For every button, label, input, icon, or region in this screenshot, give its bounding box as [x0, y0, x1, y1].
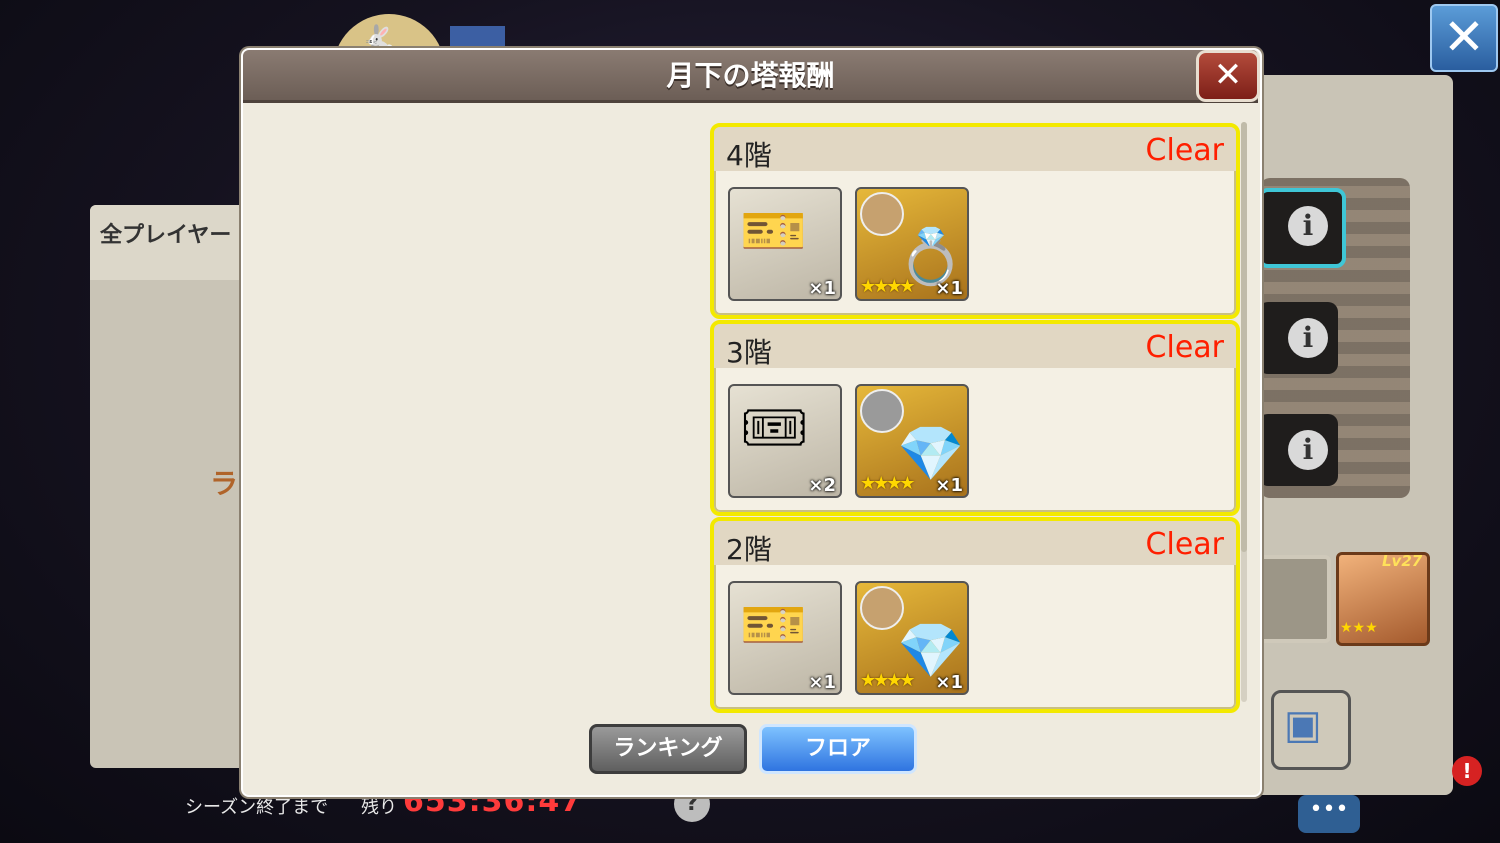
- reward-item[interactable]: 🎟 ×2: [728, 384, 842, 498]
- rarity-stars: ★★★★: [860, 276, 916, 297]
- reward-item[interactable]: 💎 ★★★★ ×1: [855, 384, 969, 498]
- clear-status: Clear: [1145, 330, 1224, 365]
- floor-button[interactable]: フロア: [759, 724, 917, 774]
- reward-item[interactable]: 💎 ★★★★ ×1: [855, 581, 969, 695]
- info-icon[interactable]: i: [1288, 206, 1328, 246]
- floor-reward-card: 3階 Clear 🎟 ×2 💎 ★★★★ ×1: [710, 320, 1240, 516]
- blue-ticket-icon: 🎟: [740, 396, 809, 459]
- clear-status: Clear: [1145, 527, 1224, 562]
- clear-status: Clear: [1145, 133, 1224, 168]
- item-count: ×1: [935, 278, 963, 299]
- item-count: ×1: [935, 672, 963, 693]
- modal-close-button[interactable]: ✕: [1196, 50, 1260, 102]
- ticket-icon: 🎫: [740, 593, 808, 656]
- modal-title: 月下の塔報酬: [666, 59, 835, 92]
- info-icon[interactable]: i: [1288, 430, 1328, 470]
- alert-icon: !: [1452, 756, 1482, 786]
- reward-item[interactable]: 🎫 ×1: [728, 187, 842, 301]
- rarity-stars: ★★★★: [860, 473, 916, 494]
- floor-name: 2階: [726, 533, 772, 566]
- item-count: ×2: [808, 475, 836, 496]
- treasure-chest-icon: ▣: [1284, 702, 1322, 748]
- ticket-icon: 🎫: [740, 199, 808, 262]
- left-panel-text-fragment: ラ: [210, 467, 239, 500]
- floor-name: 3階: [726, 336, 772, 369]
- close-icon[interactable]: ✕: [1430, 4, 1498, 72]
- castle-icon: [450, 26, 505, 48]
- reward-item[interactable]: 💍 ★★★★ ×1: [855, 187, 969, 301]
- item-count: ×1: [808, 278, 836, 299]
- item-count: ×1: [808, 672, 836, 693]
- scrollbar-thumb[interactable]: [1241, 122, 1247, 552]
- reward-item[interactable]: 🎫 ×1: [728, 581, 842, 695]
- rarity-stars: ★★★: [1340, 620, 1378, 636]
- left-panel-title[interactable]: 全プレイヤー: [100, 217, 231, 249]
- ranking-button[interactable]: ランキング: [589, 724, 747, 774]
- empty-slot: [1255, 555, 1331, 643]
- floor-reward-card: 4階 Clear 🎫 ×1 💍 ★★★★ ×1: [710, 123, 1240, 319]
- chat-icon[interactable]: •••: [1298, 795, 1360, 833]
- info-icon[interactable]: i: [1288, 318, 1328, 358]
- level-badge: Lv27: [1382, 552, 1423, 570]
- rarity-stars: ★★★★: [860, 670, 916, 691]
- floor-reward-card: 2階 Clear 🎫 ×1 💎 ★★★★ ×1: [710, 517, 1240, 713]
- item-count: ×1: [935, 475, 963, 496]
- floor-name: 4階: [726, 139, 772, 172]
